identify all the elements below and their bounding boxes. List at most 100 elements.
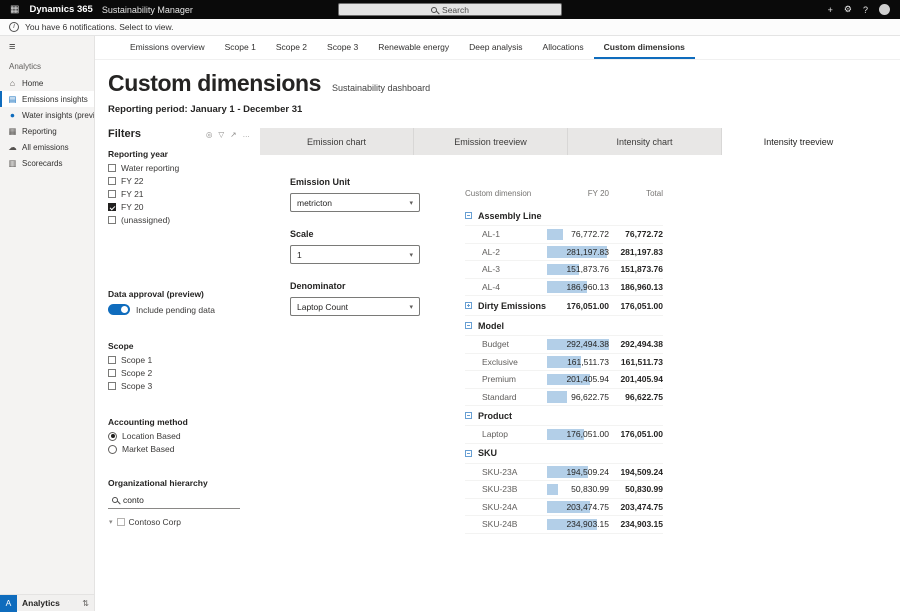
filter-section-org-hierarchy: Organizational hierarchy conto ▾Contoso … — [108, 478, 250, 527]
collapse-icon[interactable] — [465, 450, 472, 457]
filter-section-data-approval: Data approval (preview) Include pending … — [108, 289, 250, 315]
filter-scope-scope-3[interactable]: Scope 3 — [108, 381, 250, 391]
total-cell: 281,197.83 — [609, 247, 663, 257]
nav-tab-allocations[interactable]: Allocations — [533, 36, 594, 59]
filter-scope-scope-1[interactable]: Scope 1 — [108, 355, 250, 365]
more-options-icon[interactable]: … — [243, 130, 251, 139]
search-icon — [431, 7, 437, 13]
matrix-table: Custom dimension FY 20 Total Assembly Li… — [465, 189, 663, 611]
checkbox[interactable] — [108, 164, 116, 172]
nav-tab-scope-3[interactable]: Scope 3 — [317, 36, 368, 59]
checkbox[interactable] — [108, 177, 116, 185]
fy20-cell: 151,873.76 — [547, 261, 609, 278]
filter-year-fy-22[interactable]: FY 22 — [108, 176, 250, 186]
filter-year-water-reporting[interactable]: Water reporting — [108, 163, 250, 173]
collapse-icon[interactable] — [465, 212, 472, 219]
emission-unit-dropdown[interactable]: metricton▾ — [290, 193, 420, 212]
total-cell: 176,051.00 — [609, 301, 663, 311]
hamburger-menu-icon[interactable]: ≡ — [0, 36, 94, 57]
avatar[interactable] — [879, 4, 890, 15]
checkbox[interactable] — [108, 382, 116, 390]
dimension-label: Budget — [482, 339, 509, 349]
area-switcher[interactable]: A Analytics ⇅ — [0, 594, 94, 611]
collapse-icon[interactable] — [465, 412, 472, 419]
report-controls: Emission Unitmetricton▾Scale1▾Denominato… — [290, 177, 465, 611]
app-name[interactable]: Sustainability Manager — [102, 5, 193, 15]
chevron-down-icon[interactable]: ▾ — [109, 519, 113, 526]
area-badge: A — [0, 595, 17, 612]
sidebar-item-label: Scorecards — [22, 159, 62, 168]
accounting-location-based[interactable]: Location Based — [108, 431, 250, 441]
checkbox[interactable] — [108, 356, 116, 364]
total-cell: 203,474.75 — [609, 502, 663, 512]
include-pending-toggle[interactable] — [108, 304, 130, 315]
sidebar-item-water-insights-previ[interactable]: ●Water insights (previ... — [0, 107, 94, 123]
notification-bar[interactable]: i You have 6 notifications. Select to vi… — [0, 19, 900, 36]
report-tab-emission-chart[interactable]: Emission chart — [260, 128, 414, 155]
help-icon[interactable]: ? — [863, 5, 868, 15]
sidebar-item-all-emissions[interactable]: ☁All emissions — [0, 139, 94, 155]
matrix-rows: Assembly LineAL-176,772.7276,772.72AL-22… — [465, 206, 663, 534]
sidebar-item-home[interactable]: ⌂Home — [0, 75, 94, 91]
accounting-market-based[interactable]: Market Based — [108, 444, 250, 454]
total-cell: 161,511.73 — [609, 357, 663, 367]
global-search[interactable]: Search — [338, 3, 562, 16]
org-tree-item-contoso-corp[interactable]: ▾Contoso Corp — [108, 517, 250, 527]
checkbox-label: Water reporting — [121, 163, 179, 173]
nav-tab-renewable-energy[interactable]: Renewable energy — [368, 36, 459, 59]
fy20-value: 50,830.99 — [571, 484, 609, 494]
checkbox[interactable] — [108, 203, 116, 211]
nav-tab-custom-dimensions[interactable]: Custom dimensions — [594, 36, 695, 59]
add-icon[interactable]: + — [828, 5, 833, 15]
radio-button[interactable] — [108, 445, 117, 454]
nav-tab-scope-2[interactable]: Scope 2 — [266, 36, 317, 59]
selected-value: Laptop Count — [297, 302, 348, 312]
org-search-input[interactable]: conto — [108, 492, 240, 509]
data-approval-label: Data approval (preview) — [108, 289, 250, 299]
checkbox-label: FY 22 — [121, 176, 144, 186]
fy20-value: 96,622.75 — [571, 392, 609, 402]
filter-section-reporting-year: Reporting year Water reportingFY 22FY 21… — [108, 149, 250, 225]
radio-button[interactable] — [108, 432, 117, 441]
collapse-icon[interactable] — [465, 322, 472, 329]
sidebar-item-scorecards[interactable]: ▥Scorecards — [0, 155, 94, 171]
fy20-value: 151,873.76 — [566, 264, 609, 274]
filter-scope-scope-2[interactable]: Scope 2 — [108, 368, 250, 378]
data-bar — [547, 229, 563, 241]
report-tab-intensity-treeview[interactable]: Intensity treeview — [722, 128, 875, 155]
notification-text: You have 6 notifications. Select to view… — [25, 22, 174, 32]
checkbox[interactable] — [108, 190, 116, 198]
nav-tab-emissions-overview[interactable]: Emissions overview — [120, 36, 215, 59]
funnel-icon[interactable]: ▽ — [218, 130, 224, 139]
denominator-dropdown[interactable]: Laptop Count▾ — [290, 297, 420, 316]
report-tab-intensity-chart[interactable]: Intensity chart — [568, 128, 722, 155]
checkbox[interactable] — [108, 369, 116, 377]
dimension-label: Premium — [482, 374, 516, 384]
filters-header-actions: ◎ ▽ ↗ … — [206, 130, 250, 139]
sidebar-item-reporting[interactable]: ▦Reporting — [0, 123, 94, 139]
expand-icon[interactable]: ↗ — [230, 130, 236, 139]
sidebar-item-label: Reporting — [22, 127, 57, 136]
nav-tab-deep-analysis[interactable]: Deep analysis — [459, 36, 532, 59]
gear-icon[interactable]: ⚙ — [844, 4, 852, 15]
fy20-value: 186,960.13 — [566, 282, 609, 292]
total-cell: 234,903.15 — [609, 519, 663, 529]
expand-icon[interactable] — [465, 302, 472, 309]
checkbox[interactable] — [108, 216, 116, 224]
filter-year-unassigned[interactable]: (unassigned) — [108, 215, 250, 225]
scale-dropdown[interactable]: 1▾ — [290, 245, 420, 264]
app-launcher-icon[interactable]: ▦ — [10, 5, 19, 15]
reset-filters-icon[interactable]: ◎ — [206, 130, 213, 139]
dimension-cell: Model — [465, 321, 547, 331]
brand-title[interactable]: Dynamics 365 — [29, 4, 92, 15]
report-tab-emission-treeview[interactable]: Emission treeview — [414, 128, 568, 155]
checkbox[interactable] — [117, 518, 125, 526]
sidebar-item-emissions-insights[interactable]: ▤Emissions insights — [0, 91, 94, 107]
filter-year-fy-21[interactable]: FY 21 — [108, 189, 250, 199]
nav-tab-scope-1[interactable]: Scope 1 — [215, 36, 266, 59]
filter-year-fy-20[interactable]: FY 20 — [108, 202, 250, 212]
matrix-data-row: Budget292,494.38292,494.38 — [465, 336, 663, 354]
total-cell: 186,960.13 — [609, 282, 663, 292]
matrix-data-row: Laptop176,051.00176,051.00 — [465, 426, 663, 444]
page-header: Custom dimensionsSustainability dashboar… — [108, 70, 875, 115]
